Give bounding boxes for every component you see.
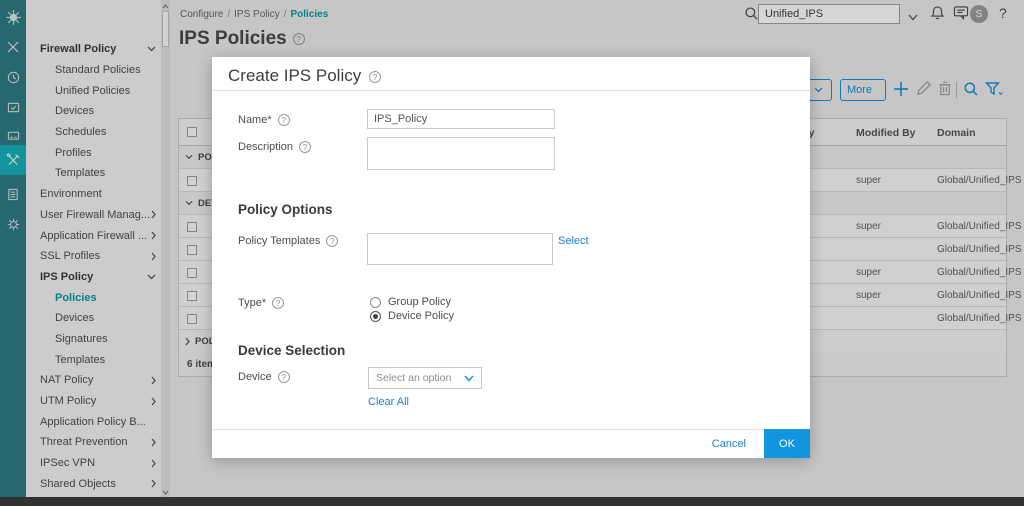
description-help-icon[interactable]: ? [299, 141, 311, 153]
clear-all-link[interactable]: Clear All [368, 396, 409, 408]
device-label: Device? [238, 371, 290, 383]
description-input[interactable] [367, 137, 555, 170]
policy-templates-help-icon[interactable]: ? [326, 235, 338, 247]
create-ips-policy-modal: Create IPS Policy? Name*? Description? P… [212, 57, 810, 458]
radio-checked-icon [370, 311, 381, 322]
name-help-icon[interactable]: ? [278, 114, 290, 126]
radio-device-policy[interactable]: Device Policy [370, 310, 454, 322]
modal-title: Create IPS Policy? [228, 66, 381, 86]
description-label: Description? [238, 141, 311, 153]
modal-header-divider [212, 90, 810, 91]
modal-footer-divider [212, 429, 810, 430]
name-label: Name*? [238, 114, 290, 126]
policy-templates-label: Policy Templates? [238, 235, 338, 247]
cancel-button[interactable]: Cancel [712, 438, 746, 450]
chevron-down-icon [464, 375, 474, 382]
type-help-icon[interactable]: ? [272, 297, 284, 309]
modal-help-icon[interactable]: ? [369, 71, 381, 83]
device-selection-heading: Device Selection [238, 343, 345, 358]
radio-unchecked-icon [370, 297, 381, 308]
name-input[interactable] [367, 109, 555, 129]
app-root: Firewall Policy Standard Policies Unifie… [0, 0, 1024, 506]
bottom-window-edge [0, 497, 1024, 506]
device-select-dropdown[interactable]: Select an option [368, 367, 482, 389]
select-link[interactable]: Select [558, 235, 589, 247]
type-label: Type*? [238, 297, 284, 309]
device-help-icon[interactable]: ? [278, 371, 290, 383]
dropdown-placeholder: Select an option [376, 372, 451, 384]
policy-templates-box[interactable] [367, 233, 553, 265]
policy-options-heading: Policy Options [238, 202, 333, 217]
ok-button[interactable]: OK [764, 429, 810, 458]
radio-group-policy[interactable]: Group Policy [370, 296, 451, 308]
